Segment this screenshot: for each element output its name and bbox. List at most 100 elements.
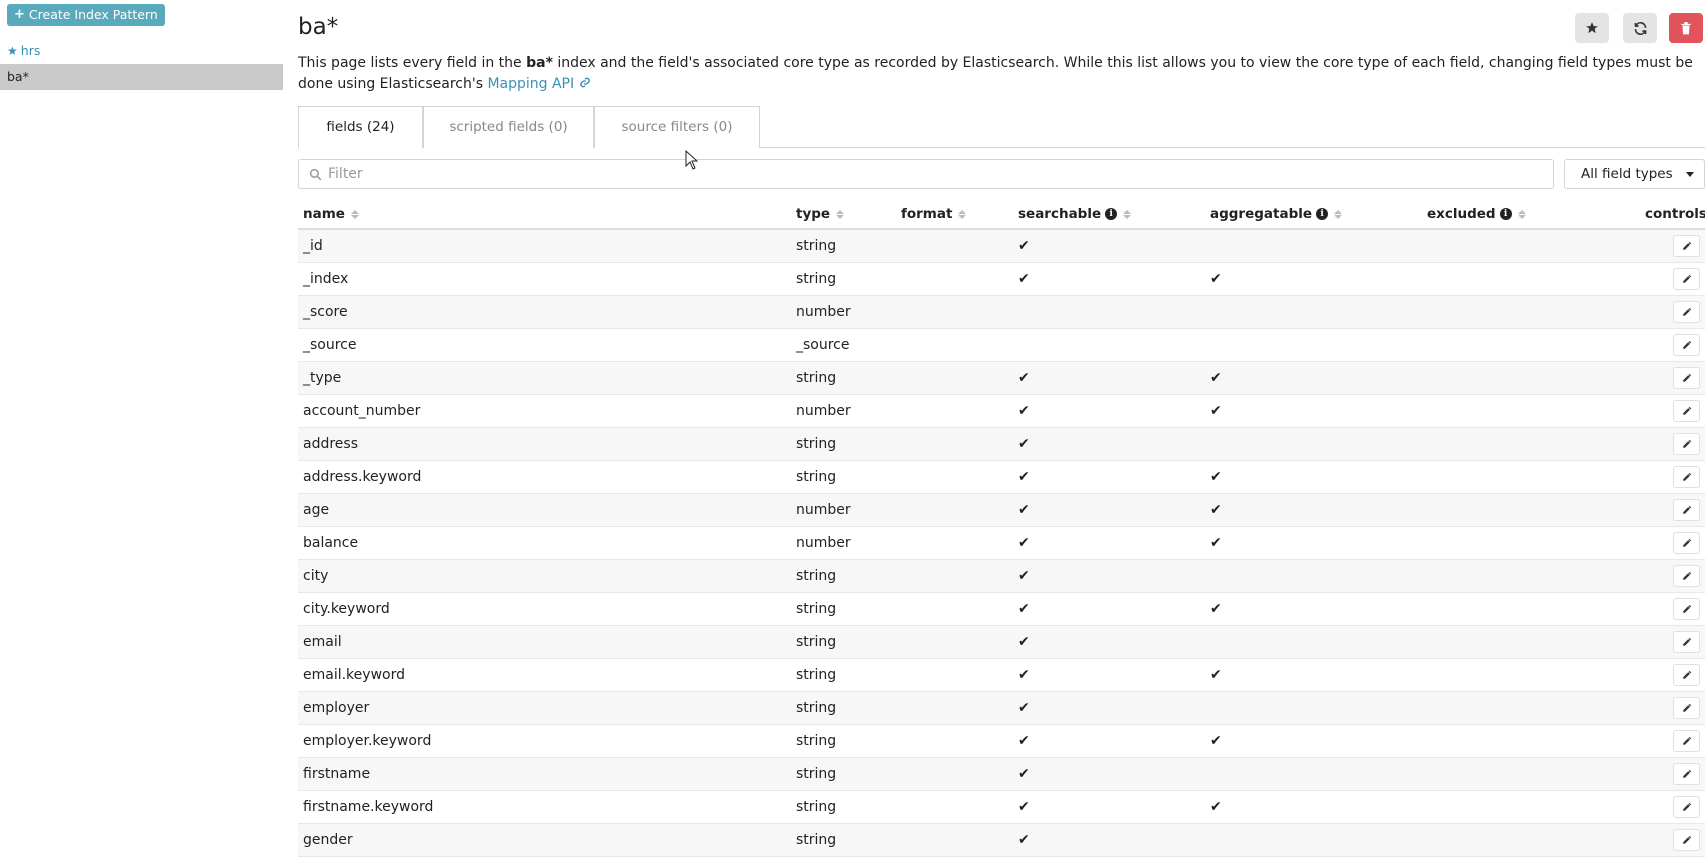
edit-field-button[interactable] bbox=[1673, 466, 1700, 488]
searchable-check-icon: ✔ bbox=[1018, 667, 1030, 683]
create-index-pattern-button[interactable]: + Create Index Pattern bbox=[7, 4, 165, 26]
edit-field-button[interactable] bbox=[1673, 235, 1700, 257]
searchable-check-icon: ✔ bbox=[1018, 634, 1030, 650]
table-row: account_number number ✔ ✔ bbox=[298, 395, 1705, 428]
edit-field-button[interactable] bbox=[1673, 400, 1700, 422]
column-header-name[interactable]: name bbox=[303, 206, 359, 222]
sort-icon bbox=[1517, 209, 1526, 219]
edit-field-button[interactable] bbox=[1673, 763, 1700, 785]
table-row: gender string ✔ bbox=[298, 824, 1705, 857]
sort-icon bbox=[958, 209, 967, 219]
filter-input[interactable] bbox=[328, 166, 1528, 182]
edit-field-button[interactable] bbox=[1673, 730, 1700, 752]
searchable-check-icon: ✔ bbox=[1018, 568, 1030, 584]
tab-scripted-fields[interactable]: scripted fields (0) bbox=[423, 106, 594, 148]
column-header-format[interactable]: format bbox=[901, 206, 967, 222]
field-type: string bbox=[796, 568, 837, 584]
searchable-check-icon: ✔ bbox=[1018, 733, 1030, 749]
field-name: firstname.keyword bbox=[303, 799, 434, 815]
filter-box[interactable] bbox=[298, 159, 1554, 189]
main-content: ba* This page lists every field in the b… bbox=[298, 0, 1705, 863]
aggregatable-check-icon: ✔ bbox=[1210, 502, 1222, 518]
edit-field-button[interactable] bbox=[1673, 796, 1700, 818]
pencil-icon bbox=[1682, 241, 1691, 250]
info-icon[interactable]: i bbox=[1499, 208, 1512, 220]
edit-field-button[interactable] bbox=[1673, 334, 1700, 356]
field-name: _id bbox=[303, 238, 323, 254]
field-type: string bbox=[796, 832, 837, 848]
pencil-icon bbox=[1682, 736, 1691, 745]
aggregatable-check-icon: ✔ bbox=[1210, 403, 1222, 419]
field-name: _source bbox=[303, 337, 357, 353]
refresh-fields-button[interactable] bbox=[1623, 13, 1657, 43]
pencil-icon bbox=[1682, 670, 1691, 679]
pencil-icon bbox=[1682, 505, 1691, 514]
edit-field-button[interactable] bbox=[1673, 631, 1700, 653]
searchable-check-icon: ✔ bbox=[1018, 502, 1030, 518]
pencil-icon bbox=[1682, 637, 1691, 646]
delete-index-pattern-button[interactable] bbox=[1669, 13, 1703, 43]
aggregatable-check-icon: ✔ bbox=[1210, 733, 1222, 749]
plus-icon: + bbox=[14, 7, 25, 22]
table-row: balance number ✔ ✔ bbox=[298, 527, 1705, 560]
sidebar-item-label: ba* bbox=[7, 69, 29, 84]
field-type: string bbox=[796, 601, 837, 617]
fields-table: name type format searchable i aggregatabl… bbox=[298, 200, 1705, 857]
pencil-icon bbox=[1682, 307, 1691, 316]
aggregatable-check-icon: ✔ bbox=[1210, 535, 1222, 551]
edit-field-button[interactable] bbox=[1673, 565, 1700, 587]
edit-field-button[interactable] bbox=[1673, 532, 1700, 554]
edit-field-button[interactable] bbox=[1673, 367, 1700, 389]
info-icon[interactable]: i bbox=[1105, 208, 1118, 220]
column-header-type[interactable]: type bbox=[796, 206, 845, 222]
pencil-icon bbox=[1682, 769, 1691, 778]
tabs: fields (24) scripted fields (0) source f… bbox=[298, 106, 1705, 149]
field-type: number bbox=[796, 535, 851, 551]
caret-down-icon bbox=[1686, 171, 1694, 177]
column-header-searchable[interactable]: searchable i bbox=[1018, 206, 1132, 222]
create-index-pattern-label: Create Index Pattern bbox=[28, 7, 158, 22]
edit-field-button[interactable] bbox=[1673, 268, 1700, 290]
field-name: email bbox=[303, 634, 342, 650]
sort-icon bbox=[1334, 209, 1343, 219]
set-default-button[interactable] bbox=[1575, 13, 1609, 43]
pencil-icon bbox=[1682, 802, 1691, 811]
table-row: employer.keyword string ✔ ✔ bbox=[298, 725, 1705, 758]
tab-source-filters[interactable]: source filters (0) bbox=[594, 106, 760, 148]
table-row: age number ✔ ✔ bbox=[298, 494, 1705, 527]
field-type: string bbox=[796, 799, 837, 815]
field-type: string bbox=[796, 667, 837, 683]
column-header-aggregatable[interactable]: aggregatable i bbox=[1210, 206, 1343, 222]
field-name: _index bbox=[303, 271, 349, 287]
searchable-check-icon: ✔ bbox=[1018, 403, 1030, 419]
table-row: address string ✔ bbox=[298, 428, 1705, 461]
edit-field-button[interactable] bbox=[1673, 499, 1700, 521]
searchable-check-icon: ✔ bbox=[1018, 832, 1030, 848]
edit-field-button[interactable] bbox=[1673, 664, 1700, 686]
table-row: firstname string ✔ bbox=[298, 758, 1705, 791]
column-header-excluded[interactable]: excluded i bbox=[1427, 206, 1526, 222]
field-type: string bbox=[796, 733, 837, 749]
edit-field-button[interactable] bbox=[1673, 697, 1700, 719]
field-type: string bbox=[796, 634, 837, 650]
edit-field-button[interactable] bbox=[1673, 301, 1700, 323]
edit-field-button[interactable] bbox=[1673, 829, 1700, 851]
sidebar-item-ba[interactable]: ba* bbox=[0, 64, 283, 90]
field-name: _type bbox=[303, 370, 342, 386]
field-name: age bbox=[303, 502, 330, 518]
tab-fields[interactable]: fields (24) bbox=[298, 106, 423, 149]
sidebar-item-label: hrs bbox=[20, 43, 41, 58]
info-icon[interactable]: i bbox=[1316, 208, 1329, 220]
table-row: _index string ✔ ✔ bbox=[298, 263, 1705, 296]
field-name: employer.keyword bbox=[303, 733, 432, 749]
aggregatable-check-icon: ✔ bbox=[1210, 370, 1222, 386]
link-icon bbox=[579, 77, 590, 88]
field-type-select[interactable]: All field types bbox=[1564, 159, 1705, 189]
sidebar-item-hrs[interactable]: ★ hrs bbox=[0, 38, 283, 64]
field-type: string bbox=[796, 271, 837, 287]
edit-field-button[interactable] bbox=[1673, 598, 1700, 620]
aggregatable-check-icon: ✔ bbox=[1210, 601, 1222, 617]
pencil-icon bbox=[1682, 274, 1691, 283]
mapping-api-link[interactable]: Mapping API bbox=[487, 76, 590, 92]
edit-field-button[interactable] bbox=[1673, 433, 1700, 455]
